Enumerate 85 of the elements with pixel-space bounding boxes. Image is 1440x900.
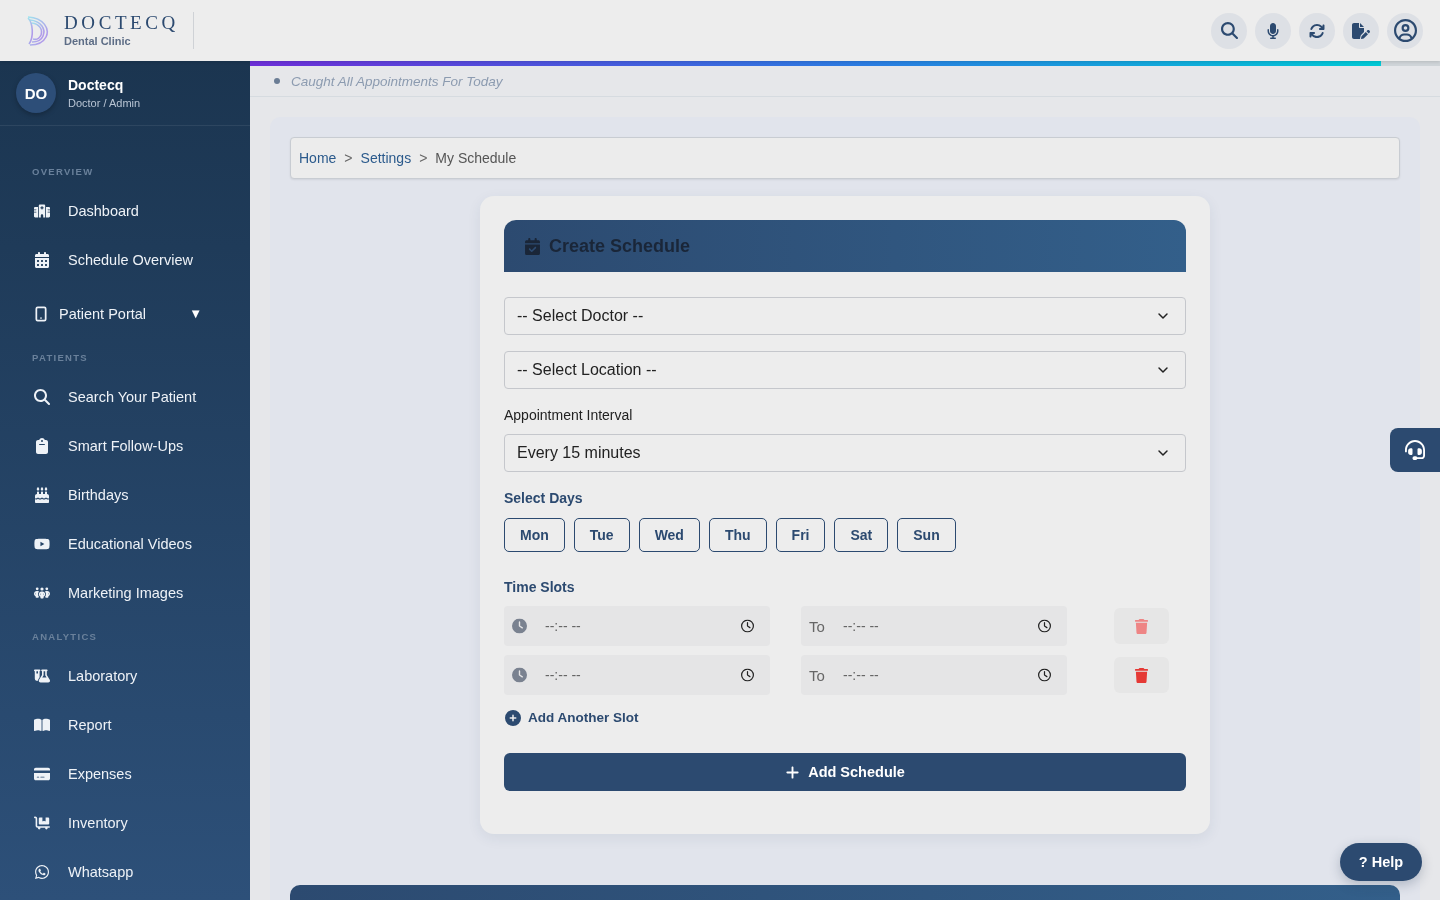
file-pen-icon — [1352, 21, 1370, 40]
building-icon — [34, 202, 50, 219]
clipboard-icon — [34, 437, 50, 454]
day-toggle-button[interactable]: Wed — [638, 518, 700, 552]
add-schedule-button[interactable]: Add Schedule — [504, 753, 1186, 791]
to-label: To — [809, 617, 825, 635]
profile-button[interactable] — [1387, 12, 1423, 49]
sidebar-item[interactable]: Laboratory — [0, 651, 250, 700]
sidebar-section-title: OVERVIEW — [31, 166, 95, 178]
location-select[interactable]: -- Select Location -- — [504, 351, 1186, 389]
profile-name: Doctecq — [68, 77, 125, 93]
clock-icon — [1038, 668, 1051, 682]
sidebar-section-title: PATIENTS — [31, 352, 89, 364]
people-group-icon — [34, 584, 50, 601]
credit-card-icon — [34, 765, 50, 782]
breadcrumb-separator: > — [344, 150, 353, 166]
doctor-select[interactable]: -- Select Doctor -- — [504, 297, 1186, 335]
profile-role: Doctor / Admin — [68, 97, 141, 109]
headset-icon — [1405, 440, 1425, 460]
caret-icon: ▼ — [189, 306, 202, 321]
trash-icon — [1134, 667, 1149, 683]
calendar-icon — [34, 251, 50, 268]
logo-subtitle: Dental Clinic — [64, 35, 132, 48]
sidebar-item[interactable]: Marketing Images — [0, 568, 250, 617]
field-label: Appointment Interval — [504, 407, 634, 423]
start-time-field[interactable]: --:-- -- — [504, 606, 770, 646]
day-toggle-button[interactable]: Sat — [834, 518, 889, 552]
search-icon — [34, 388, 50, 405]
sidebar-section-title: ANALYTICS — [31, 631, 99, 643]
add-slot-button[interactable]: Add Another Slot — [504, 709, 639, 727]
help-button[interactable]: ? Help — [1340, 843, 1422, 881]
clock-icon — [1038, 619, 1051, 633]
section-label: Time Slots — [504, 579, 576, 595]
breadcrumb-link[interactable]: Home — [299, 150, 337, 166]
start-time-field[interactable]: --:-- -- — [504, 655, 770, 695]
day-toggle-button[interactable]: Tue — [573, 518, 630, 552]
sidebar-item[interactable]: Search Your Patient — [0, 372, 250, 421]
flatbed-cart-icon — [34, 814, 50, 831]
trash-icon — [1134, 618, 1149, 634]
breadcrumb-separator: > — [419, 150, 428, 166]
day-toggle-button[interactable]: Fri — [775, 518, 826, 552]
sidebar-item[interactable]: Smart Follow-Ups — [0, 421, 250, 470]
logo-icon — [26, 14, 50, 47]
book-icon — [34, 716, 50, 733]
refresh-button[interactable] — [1299, 12, 1335, 49]
section-label: Select Days — [504, 490, 584, 506]
phone-bubble-icon — [34, 863, 50, 880]
card-title: Create Schedule — [549, 235, 691, 257]
sidebar-item[interactable]: Educational Videos — [0, 519, 250, 568]
sidebar-item[interactable]: Schedule Overview — [0, 235, 250, 284]
sidebar-item[interactable]: Report — [0, 700, 250, 749]
bullet-icon — [274, 78, 280, 84]
clock-icon — [741, 668, 754, 682]
sidebar-item[interactable]: Whatsapp — [0, 847, 250, 896]
to-label: To — [809, 666, 825, 684]
sidebar-dropdown-item[interactable]: Patient Portal ▼ — [0, 289, 250, 338]
day-toggle-button[interactable]: Sun — [897, 518, 956, 552]
support-tab[interactable] — [1390, 428, 1440, 472]
microphone-icon — [1265, 22, 1281, 39]
day-toggle-button[interactable]: Thu — [708, 518, 767, 552]
clock-icon — [741, 619, 754, 633]
sidebar-item[interactable]: Expenses — [0, 749, 250, 798]
flask-icon — [34, 667, 50, 684]
clock-icon — [512, 618, 527, 634]
clock-icon — [512, 667, 527, 683]
logo-text: DOCTECQ — [64, 13, 179, 32]
sidebar-item[interactable]: Inventory — [0, 798, 250, 847]
edit-file-button[interactable] — [1343, 12, 1379, 49]
phone-icon — [33, 305, 49, 322]
notice-text: Caught All Appointments For Today — [291, 73, 503, 89]
breadcrumb-link[interactable]: Settings — [360, 150, 412, 166]
cake-icon — [34, 486, 50, 503]
plus-icon — [785, 764, 801, 780]
breadcrumb-current: My Schedule — [435, 150, 517, 166]
search-button[interactable] — [1211, 12, 1247, 49]
microphone-button[interactable] — [1255, 12, 1291, 49]
interval-select[interactable]: Every 15 minutes — [504, 434, 1186, 472]
sidebar-item[interactable]: Dashboard — [0, 186, 250, 235]
calendar-check-icon — [524, 237, 541, 255]
avatar: DO — [16, 73, 56, 113]
delete-button[interactable] — [1114, 657, 1169, 693]
day-toggle-button[interactable]: Mon — [504, 518, 565, 552]
refresh-icon — [1309, 22, 1325, 39]
search-icon — [1220, 22, 1238, 39]
sidebar-item[interactable]: Birthdays — [0, 470, 250, 519]
